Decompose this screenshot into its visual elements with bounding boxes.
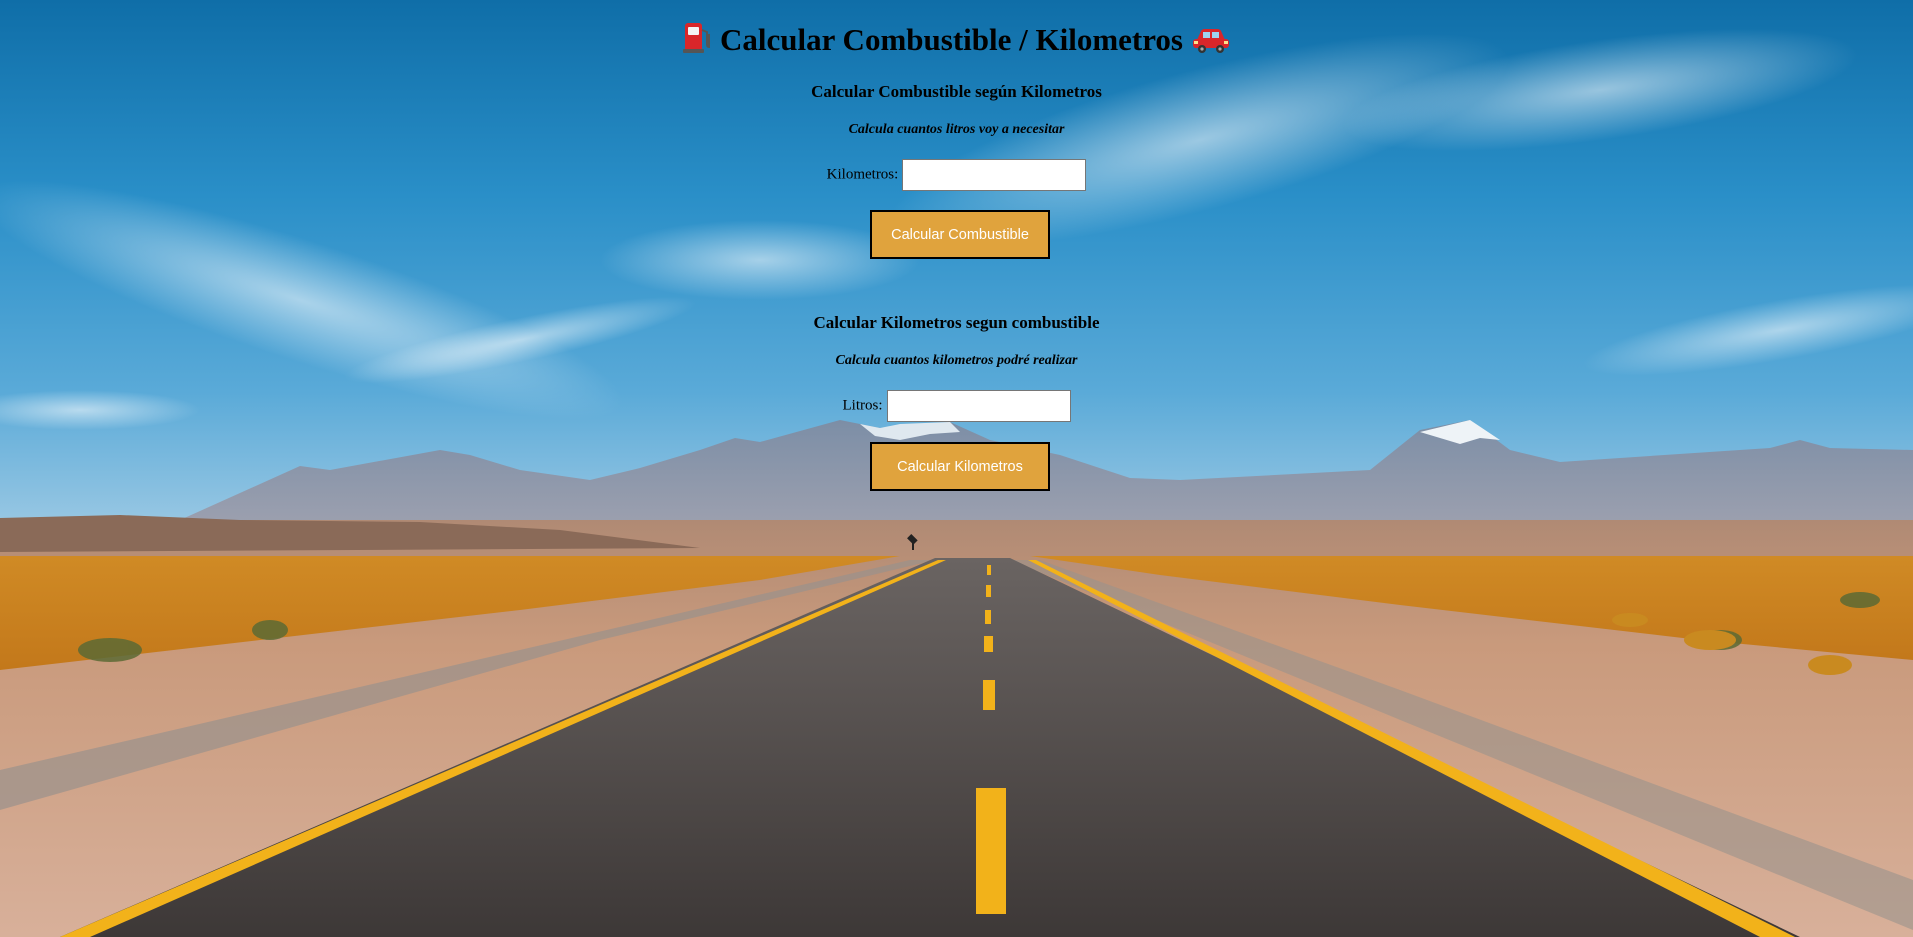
km-section-subtitle: Calcula cuantos kilometros podré realiza… (835, 353, 1078, 368)
page-title-text: Calcular Combustible / Kilometros (720, 22, 1183, 57)
litros-input[interactable] (886, 389, 1071, 422)
calcular-kilometros-button[interactable]: Calcular Kilometros (870, 442, 1050, 491)
litros-field-row: Litros: (0, 387, 1913, 423)
fuel-section-heading: Calcular Combustible según Kilometros (811, 82, 1102, 101)
fuel-section-subtitle: Calcula cuantos litros voy a necesitar (848, 122, 1065, 137)
fuel-pump-icon (682, 20, 712, 64)
kilometros-input[interactable] (902, 158, 1087, 191)
car-icon (1191, 24, 1231, 64)
km-section-heading: Calcular Kilometros segun combustible (813, 313, 1100, 332)
kilometros-label: Kilometros: (826, 166, 899, 183)
litros-label: Litros: (842, 397, 883, 414)
calcular-combustible-button[interactable]: Calcular Combustible (870, 210, 1050, 259)
page-title: Calcular Combustible / Kilometros (0, 20, 1913, 64)
kilometros-field-row: Kilometros: (0, 156, 1913, 192)
